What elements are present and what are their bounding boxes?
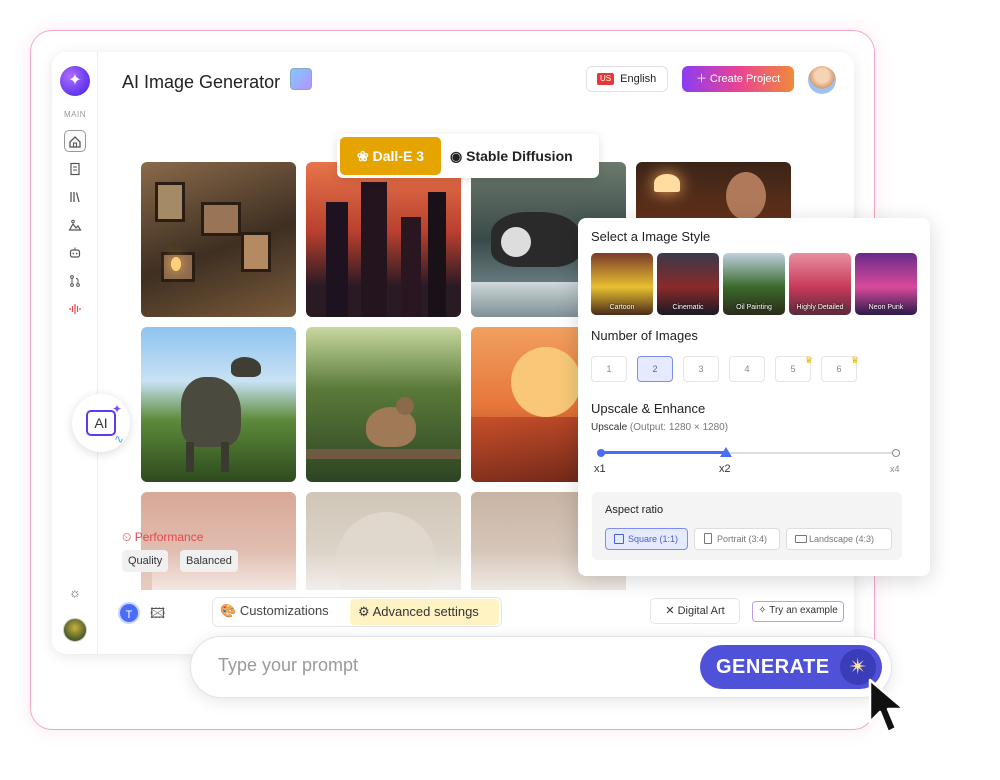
add-image-icon[interactable]: 🖾	[150, 603, 168, 621]
tag-label: Digital Art	[677, 605, 725, 617]
slider-handle[interactable]	[720, 447, 732, 457]
avatar[interactable]	[63, 618, 87, 642]
text-mode-button[interactable]: T	[118, 602, 140, 624]
aspect-label: Landscape (4:3)	[809, 534, 875, 544]
number-label: 6	[836, 364, 842, 374]
style-oil-painting[interactable]: Oil Painting	[723, 253, 785, 315]
upscale-subtitle: Upscale (Output: 1280 × 1280)	[591, 422, 728, 433]
performance-text: Performance	[134, 530, 204, 544]
portrait-icon	[704, 533, 712, 544]
number-option-selected[interactable]: 2	[637, 356, 673, 382]
style-highly-detailed[interactable]: Highly Detailed	[789, 253, 851, 315]
robot-icon[interactable]	[64, 242, 86, 264]
language-label: English	[620, 73, 657, 85]
crown-icon: ♛	[850, 355, 859, 365]
us-flag-icon: US	[597, 73, 615, 86]
number-option-premium[interactable]: 6 ♛	[821, 355, 859, 382]
generated-image[interactable]	[141, 162, 296, 317]
openai-icon: ❀	[357, 148, 373, 164]
upscale-output: (Output: 1280 × 1280)	[629, 422, 729, 433]
sparkle-icon: ✧	[758, 605, 770, 616]
style-label: Oil Painting	[736, 304, 772, 311]
aspect-portrait[interactable]: Portrait (3:4)	[694, 528, 780, 550]
aspect-landscape[interactable]: Landscape (4:3)	[786, 528, 892, 550]
gear-icon[interactable]: ☼	[64, 582, 86, 604]
generated-image[interactable]	[306, 327, 461, 482]
number-option-premium[interactable]: 5 ♛	[775, 355, 813, 382]
prompt-placeholder: Type your prompt	[218, 655, 359, 675]
avatar[interactable]	[808, 66, 836, 94]
page-title: AI Image Generator	[122, 72, 281, 92]
aspect-heading: Aspect ratio	[605, 504, 664, 516]
style-neon-punk[interactable]: Neon Punk	[855, 253, 917, 315]
upscale-heading: Upscale & Enhance	[591, 401, 706, 416]
model-stable-diffusion-button[interactable]: ◉ Stable Diffusion	[450, 137, 573, 175]
branch-icon[interactable]	[64, 270, 86, 292]
aspect-label: Portrait (3:4)	[717, 534, 768, 544]
style-label: Cinematic	[672, 304, 704, 311]
document-icon[interactable]	[64, 158, 86, 180]
aspect-label: Square (1:1)	[628, 534, 679, 544]
slider-label-x2: x2	[719, 463, 731, 475]
number-option[interactable]: 3	[683, 356, 719, 382]
advanced-settings-label: Advanced settings	[372, 604, 479, 619]
style-label: Cartoon	[609, 304, 635, 311]
upscale-slider-fill	[600, 451, 726, 454]
generated-image[interactable]	[306, 162, 461, 317]
sidebar: ✦ MAIN ☼	[52, 52, 98, 654]
generated-image[interactable]	[141, 327, 296, 482]
cursor-icon	[868, 678, 906, 734]
library-icon[interactable]	[64, 186, 86, 208]
try-example-label: Try an example	[769, 605, 838, 616]
upscale-label: Upscale	[591, 422, 628, 433]
create-project-label: Create Project	[709, 73, 781, 85]
number-heading: Number of Images	[591, 328, 698, 343]
home-icon[interactable]	[64, 130, 86, 152]
digital-art-tag[interactable]: ✕ Digital Art	[650, 598, 740, 624]
close-icon[interactable]: ✕	[665, 605, 677, 617]
plus-icon: ＋	[695, 73, 710, 85]
slider-label-x4: x4	[890, 464, 900, 474]
advanced-settings-tab[interactable]: ⚙ Advanced settings	[350, 599, 499, 625]
style-heading: Select a Image Style	[591, 229, 711, 244]
aspect-square[interactable]: Square (1:1)	[605, 528, 688, 550]
style-cinematic[interactable]: Cinematic	[657, 253, 719, 315]
sparkle-icon: ✦	[112, 402, 123, 416]
model-stable-label: Stable Diffusion	[466, 148, 573, 164]
slider-stop-x4[interactable]	[892, 449, 900, 457]
landscape-icon	[795, 535, 807, 543]
audio-wave-icon[interactable]	[64, 298, 86, 320]
customizations-label: Customizations	[239, 603, 329, 618]
model-dalle-button[interactable]: ❀ Dall-E 3	[340, 137, 441, 175]
wave-icon: ∿	[114, 432, 125, 446]
crown-icon: ♛	[804, 355, 813, 365]
slider-stop-x1[interactable]	[597, 449, 605, 457]
quality-chip[interactable]: Quality	[122, 550, 169, 572]
image-icon[interactable]	[64, 214, 86, 236]
style-label: Neon Punk	[868, 304, 904, 311]
number-label: 5	[790, 364, 796, 374]
balanced-chip[interactable]: Balanced	[180, 550, 238, 572]
square-icon	[614, 534, 624, 544]
number-option[interactable]: 1	[591, 356, 627, 382]
style-label: Highly Detailed	[796, 304, 844, 311]
customizations-tab[interactable]: 🎨 Customizations	[220, 603, 329, 619]
style-panel: Select a Image Style Cartoon Cinematic O…	[578, 218, 930, 576]
palette-icon: ◉	[450, 148, 467, 164]
spiral-logo-icon[interactable]: ✦	[60, 66, 90, 96]
number-option[interactable]: 4	[729, 356, 765, 382]
style-cartoon[interactable]: Cartoon	[591, 253, 653, 315]
language-select[interactable]: US English	[586, 66, 668, 92]
try-example-button[interactable]: ✧ Try an example	[752, 601, 844, 622]
model-dalle-label: Dall-E 3	[372, 148, 424, 164]
sliders-icon: ⚙	[358, 604, 373, 619]
sidebar-section-label: MAIN	[64, 110, 86, 119]
slider-label-x1: x1	[594, 463, 606, 475]
clock-icon: ⏲	[122, 530, 135, 544]
performance-label: ⏲ Performance	[122, 530, 203, 545]
image-gallery-icon	[290, 68, 312, 90]
palette-icon: 🎨	[220, 603, 240, 618]
create-project-button[interactable]: ＋ Create Project	[682, 66, 794, 92]
